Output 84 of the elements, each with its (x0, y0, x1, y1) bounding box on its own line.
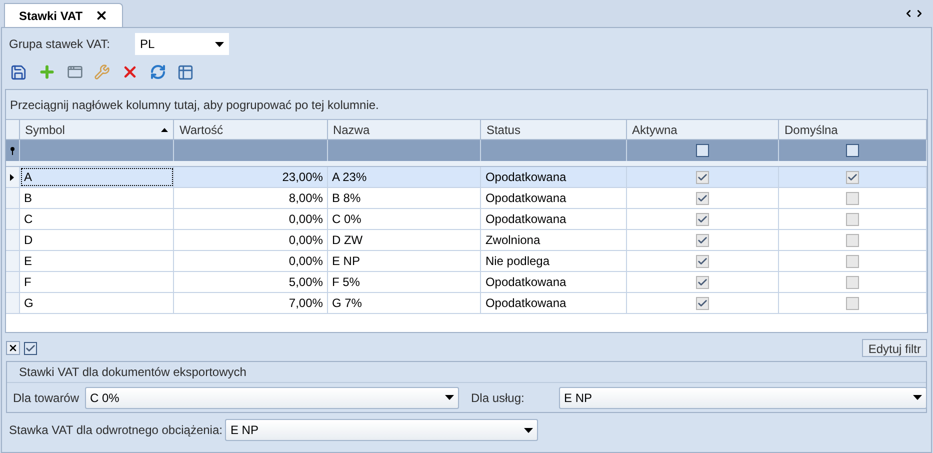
table-cell-text: A (24, 169, 32, 186)
checkbox[interactable] (846, 254, 860, 268)
field-label: Stawka VAT dla odwrotnego obciążenia: (9, 422, 222, 439)
field-label: Dla towarów (13, 390, 80, 406)
checkbox[interactable] (846, 212, 860, 226)
table-cell-text: G 7% (332, 295, 362, 312)
table-cell-text: 0,00% (288, 253, 323, 270)
table-cell-text: E NP (332, 253, 360, 270)
group-title: Stawki VAT dla dokumentów eksportowych (19, 364, 246, 381)
field-label: Dla usług: (471, 390, 526, 406)
table-row[interactable]: A 23,00% A 23% Opodatkowana (6, 167, 927, 188)
close-icon (8, 343, 18, 353)
table-cell-text: D ZW (332, 232, 363, 249)
table-cell-text: E (24, 253, 32, 270)
table-cell-text: B 8% (332, 190, 361, 207)
table-cell-text: 5,00% (288, 274, 323, 291)
table-row[interactable]: B 8,00% B 8% Opodatkowana (6, 188, 927, 209)
table-cell-text: Opodatkowana (485, 274, 566, 291)
pin-icon (10, 146, 15, 154)
table-cell-text: Opodatkowana (485, 211, 566, 228)
column-header[interactable]: Symbol (20, 120, 174, 139)
table-cell-text: 7,00% (288, 295, 323, 312)
column-header[interactable]: Domyślna (779, 120, 927, 139)
column-header[interactable]: Wartość (174, 120, 328, 139)
close-icon[interactable] (94, 9, 108, 22)
table-cell-text: 0,00% (288, 211, 323, 228)
caret-icon (215, 42, 224, 46)
checkbox[interactable] (846, 296, 860, 310)
table-cell-text: C 0% (332, 211, 362, 228)
checkbox[interactable] (696, 276, 710, 288)
table-cell-text: G (24, 295, 34, 312)
caret-icon (913, 395, 922, 400)
save-icon[interactable] (10, 64, 27, 80)
clear-filter-button[interactable] (6, 341, 20, 355)
caret-icon (445, 395, 454, 400)
table-row[interactable]: G 7,00% G 7% Opodatkowana (6, 293, 927, 314)
dropdown[interactable]: PL (135, 33, 229, 55)
checkbox[interactable] (696, 234, 710, 246)
table-row[interactable]: F 5,00% F 5% Opodatkowana (6, 272, 927, 293)
checkbox[interactable] (696, 212, 710, 226)
caret-icon (524, 428, 534, 432)
checkbox[interactable] (846, 144, 860, 157)
table-row[interactable]: E 0,00% E NP Nie podlega (6, 251, 927, 272)
table-row[interactable]: D 0,00% D ZW Zwolniona (6, 230, 927, 251)
checkbox[interactable] (696, 192, 710, 204)
edit-filter-button[interactable]: Edytuj filtr (862, 339, 927, 357)
dropdown[interactable]: E NP (225, 419, 538, 441)
checkbox[interactable] (846, 192, 860, 204)
table-cell-text: Opodatkowana (485, 190, 566, 207)
row-indicator[interactable] (6, 167, 20, 187)
table-cell-text: B (24, 190, 32, 207)
checkbox[interactable] (846, 276, 860, 288)
table-cell-text: Zwolniona (485, 232, 540, 249)
table-cell-text: D (24, 232, 33, 249)
table-cell-text: Opodatkowana (485, 295, 566, 312)
field-label: Grupa stawek VAT: (9, 36, 111, 53)
row-pointer-icon (10, 174, 14, 180)
table-cell-text: 8,00% (288, 190, 323, 207)
checkbox[interactable] (24, 342, 37, 354)
table-cell-text: 23,00% (282, 169, 323, 186)
column-header[interactable]: Aktywna (626, 120, 780, 139)
checkbox[interactable] (696, 296, 710, 310)
table-cell-text: F 5% (332, 274, 360, 291)
checkbox[interactable] (696, 254, 710, 268)
table-cell-text: C (24, 211, 33, 228)
table-row[interactable]: C 0,00% C 0% Opodatkowana (6, 209, 927, 230)
column-header[interactable]: Nazwa (328, 120, 482, 139)
column-header[interactable]: Status (481, 120, 627, 139)
checkbox[interactable] (696, 170, 710, 184)
table-cell-text: F (24, 274, 32, 291)
table-cell-text: 0,00% (288, 232, 323, 249)
dropdown[interactable]: E NP (559, 386, 927, 408)
checkbox[interactable] (846, 234, 860, 246)
checkbox[interactable] (696, 144, 710, 157)
table-cell-text: Opodatkowana (485, 169, 566, 186)
refresh-icon[interactable] (150, 64, 166, 80)
dropdown[interactable]: C 0% (85, 386, 459, 408)
tab[interactable]: Stawki VAT (4, 3, 123, 27)
window-icon[interactable] (67, 64, 83, 80)
group-hint: Przeciągnij nagłówek kolumny tutaj, aby pogrupować po tej kolumnie. (10, 96, 379, 114)
checkbox[interactable] (846, 170, 860, 184)
table-icon[interactable] (177, 64, 194, 80)
table-cell-text: A 23% (332, 169, 367, 186)
table-cell-text: Nie podlega (485, 253, 550, 270)
